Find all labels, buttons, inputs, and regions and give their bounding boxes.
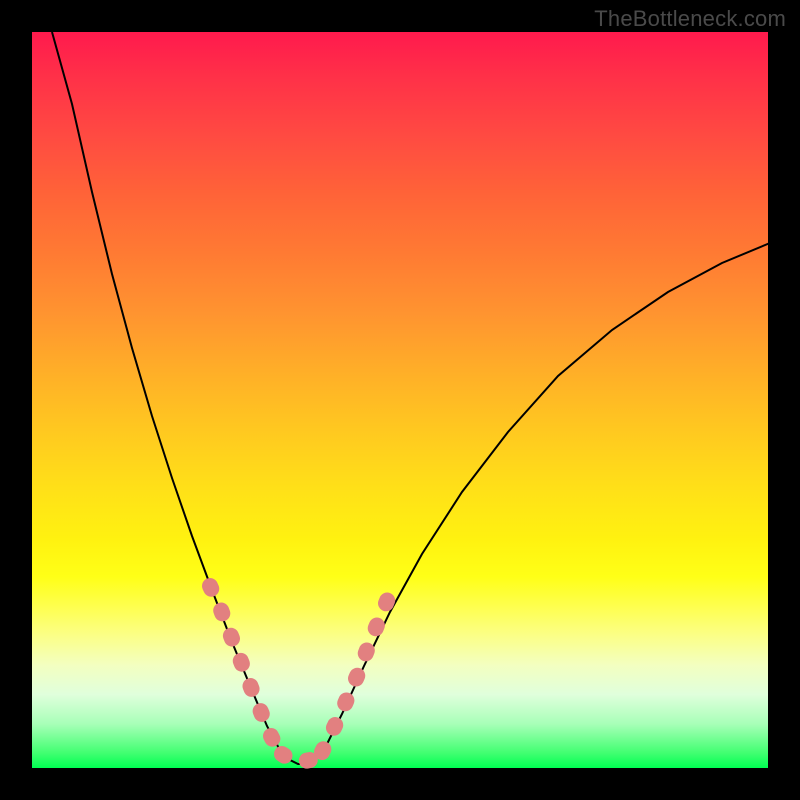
valley-overlay-dots (282, 754, 320, 762)
right-curve (322, 238, 782, 754)
chart-plot-area (32, 32, 768, 768)
watermark-text: TheBottleneck.com (594, 6, 786, 32)
left-overlay-dots (210, 586, 282, 754)
left-curve (52, 32, 282, 754)
chart-svg (32, 32, 768, 768)
right-overlay-dots (322, 596, 389, 752)
